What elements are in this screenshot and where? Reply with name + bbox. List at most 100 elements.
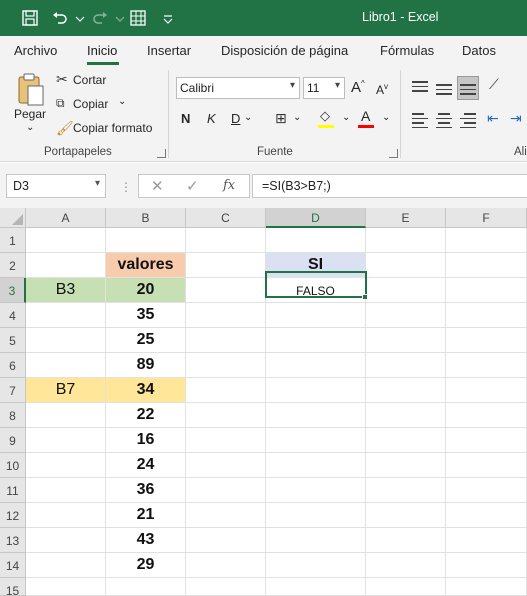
cell-a9[interactable]	[26, 428, 106, 453]
cell-b8[interactable]: 22	[106, 403, 186, 428]
cell-f10[interactable]	[446, 453, 527, 478]
table-icon[interactable]	[128, 8, 148, 28]
cell-d1[interactable]	[266, 228, 366, 253]
cell-c2[interactable]	[186, 253, 266, 278]
cell-a11[interactable]	[26, 478, 106, 503]
borders-icon[interactable]: ⊞	[275, 110, 287, 127]
align-bottom-icon[interactable]	[457, 76, 479, 100]
cell-a7[interactable]: B7	[26, 378, 106, 403]
decrease-font-icon[interactable]: Av	[376, 82, 388, 97]
cell-b11[interactable]: 36	[106, 478, 186, 503]
cell-b9[interactable]: 16	[106, 428, 186, 453]
paste-button[interactable]: Pegar	[14, 107, 46, 121]
undo-icon[interactable]	[50, 8, 70, 28]
increase-font-icon[interactable]: A^	[351, 79, 365, 96]
cell-a14[interactable]	[26, 553, 106, 578]
cell-f14[interactable]	[446, 553, 527, 578]
cell-d9[interactable]	[266, 428, 366, 453]
row-header-4[interactable]: 4	[0, 303, 26, 328]
cell-d11[interactable]	[266, 478, 366, 503]
cell-a1[interactable]	[26, 228, 106, 253]
cell-f15[interactable]	[446, 578, 527, 596]
cell-b2[interactable]: valores	[106, 253, 186, 278]
cell-c6[interactable]	[186, 353, 266, 378]
cell-a3[interactable]: B3	[26, 278, 106, 303]
tab-archivo[interactable]: Archivo	[14, 43, 57, 58]
fill-color-icon[interactable]: ◇	[320, 108, 330, 124]
underline-dropdown-icon[interactable]: ⌄	[244, 112, 252, 123]
cell-e10[interactable]	[366, 453, 446, 478]
cell-b12[interactable]: 21	[106, 503, 186, 528]
cell-b13[interactable]: 43	[106, 528, 186, 553]
row-header-11[interactable]: 11	[0, 478, 26, 503]
row-header-1[interactable]: 1	[0, 228, 26, 253]
cell-a4[interactable]	[26, 303, 106, 328]
tab-inicio[interactable]: Inicio	[87, 43, 117, 58]
font-color-dropdown-icon[interactable]: ⌄	[382, 112, 390, 123]
save-icon[interactable]	[20, 8, 40, 28]
insert-function-icon[interactable]: fx	[223, 178, 235, 193]
row-header-15[interactable]: 15	[0, 578, 26, 596]
column-header-c[interactable]: C	[186, 208, 266, 228]
cell-c11[interactable]	[186, 478, 266, 503]
cell-c7[interactable]	[186, 378, 266, 403]
cell-e9[interactable]	[366, 428, 446, 453]
cell-e7[interactable]	[366, 378, 446, 403]
cell-c4[interactable]	[186, 303, 266, 328]
cell-c3[interactable]	[186, 278, 266, 303]
align-middle-icon[interactable]	[434, 78, 454, 98]
cell-a12[interactable]	[26, 503, 106, 528]
cell-c5[interactable]	[186, 328, 266, 353]
cell-e12[interactable]	[366, 503, 446, 528]
cell-a10[interactable]	[26, 453, 106, 478]
cell-e8[interactable]	[366, 403, 446, 428]
align-center-icon[interactable]	[434, 110, 454, 130]
cell-c12[interactable]	[186, 503, 266, 528]
tab-insertar[interactable]: Insertar	[147, 43, 191, 58]
font-name-combo[interactable]: Calibri ▾	[176, 77, 300, 99]
column-header-f[interactable]: F	[446, 208, 527, 228]
cell-b15[interactable]	[106, 578, 186, 596]
cell-c15[interactable]	[186, 578, 266, 596]
cell-b14[interactable]: 29	[106, 553, 186, 578]
customize-icon[interactable]	[158, 8, 173, 28]
cell-e6[interactable]	[366, 353, 446, 378]
column-header-b[interactable]: B	[106, 208, 186, 228]
cell-f12[interactable]	[446, 503, 527, 528]
cell-a2[interactable]	[26, 253, 106, 278]
cell-b5[interactable]: 25	[106, 328, 186, 353]
cell-e13[interactable]	[366, 528, 446, 553]
row-header-6[interactable]: 6	[0, 353, 26, 378]
bold-button[interactable]: N	[181, 111, 190, 126]
cell-f1[interactable]	[446, 228, 527, 253]
cell-c13[interactable]	[186, 528, 266, 553]
cell-f7[interactable]	[446, 378, 527, 403]
align-right-icon[interactable]	[458, 110, 478, 130]
row-header-8[interactable]: 8	[0, 403, 26, 428]
row-header-2[interactable]: 2	[0, 253, 26, 278]
cell-d8[interactable]	[266, 403, 366, 428]
cell-e4[interactable]	[366, 303, 446, 328]
align-top-icon[interactable]	[410, 78, 430, 98]
cell-f3[interactable]	[446, 278, 527, 303]
orientation-icon[interactable]: ⟋	[489, 76, 499, 93]
cell-c10[interactable]	[186, 453, 266, 478]
decrease-indent-icon[interactable]: ⇤	[487, 110, 499, 127]
fill-handle[interactable]	[362, 294, 368, 300]
row-header-3[interactable]: 3	[0, 278, 26, 303]
cell-c9[interactable]	[186, 428, 266, 453]
borders-dropdown-icon[interactable]: ⌄	[293, 112, 301, 123]
tab-datos[interactable]: Datos	[462, 43, 496, 58]
row-header-5[interactable]: 5	[0, 328, 26, 353]
increase-indent-icon[interactable]: ⇥	[510, 110, 522, 127]
copy-button[interactable]: Copiar	[73, 97, 108, 111]
name-box[interactable]: D3 ▾	[6, 174, 106, 198]
cell-c8[interactable]	[186, 403, 266, 428]
cell-e3[interactable]	[366, 278, 446, 303]
format-painter-button[interactable]: Copiar formato	[73, 121, 152, 135]
italic-button[interactable]: K	[207, 111, 216, 126]
cell-e1[interactable]	[366, 228, 446, 253]
clipboard-launcher-icon[interactable]	[157, 149, 166, 158]
cell-d4[interactable]	[266, 303, 366, 328]
font-launcher-icon[interactable]	[389, 149, 398, 158]
